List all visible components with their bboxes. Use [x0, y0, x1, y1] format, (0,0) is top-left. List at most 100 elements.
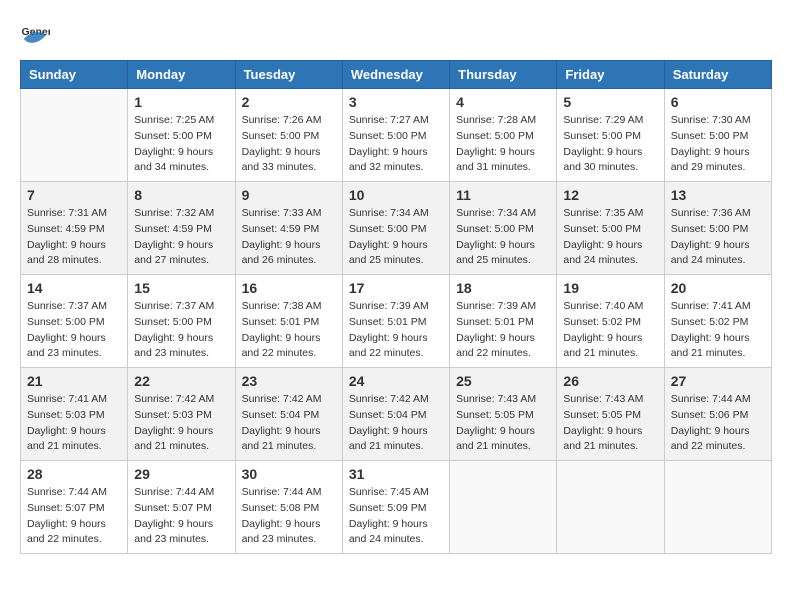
day-number: 29 — [134, 466, 228, 482]
day-number: 30 — [242, 466, 336, 482]
week-row-2: 7 Sunrise: 7:31 AM Sunset: 4:59 PM Daylig… — [21, 182, 772, 275]
day-number: 15 — [134, 280, 228, 296]
day-info: Sunrise: 7:43 AM Sunset: 5:05 PM Dayligh… — [563, 392, 657, 455]
day-info: Sunrise: 7:44 AM Sunset: 5:07 PM Dayligh… — [27, 485, 121, 548]
week-row-4: 21 Sunrise: 7:41 AM Sunset: 5:03 PM Dayli… — [21, 368, 772, 461]
weekday-header-sunday: Sunday — [21, 61, 128, 89]
calendar-cell: 19 Sunrise: 7:40 AM Sunset: 5:02 PM Dayli… — [557, 275, 664, 368]
calendar-cell: 26 Sunrise: 7:43 AM Sunset: 5:05 PM Dayli… — [557, 368, 664, 461]
day-number: 14 — [27, 280, 121, 296]
day-number: 8 — [134, 187, 228, 203]
day-number: 19 — [563, 280, 657, 296]
day-number: 6 — [671, 94, 765, 110]
weekday-header-wednesday: Wednesday — [342, 61, 449, 89]
day-info: Sunrise: 7:44 AM Sunset: 5:06 PM Dayligh… — [671, 392, 765, 455]
day-info: Sunrise: 7:34 AM Sunset: 5:00 PM Dayligh… — [456, 206, 550, 269]
calendar-cell: 14 Sunrise: 7:37 AM Sunset: 5:00 PM Dayli… — [21, 275, 128, 368]
day-info: Sunrise: 7:41 AM Sunset: 5:03 PM Dayligh… — [27, 392, 121, 455]
day-number: 12 — [563, 187, 657, 203]
week-row-5: 28 Sunrise: 7:44 AM Sunset: 5:07 PM Dayli… — [21, 461, 772, 554]
calendar-cell: 2 Sunrise: 7:26 AM Sunset: 5:00 PM Daylig… — [235, 89, 342, 182]
weekday-header-thursday: Thursday — [450, 61, 557, 89]
day-info: Sunrise: 7:45 AM Sunset: 5:09 PM Dayligh… — [349, 485, 443, 548]
day-info: Sunrise: 7:37 AM Sunset: 5:00 PM Dayligh… — [27, 299, 121, 362]
day-info: Sunrise: 7:42 AM Sunset: 5:04 PM Dayligh… — [242, 392, 336, 455]
calendar-cell: 15Sunrise: 7:37 AM Sunset: 5:00 PM Dayli… — [128, 275, 235, 368]
calendar-cell: 3 Sunrise: 7:27 AM Sunset: 5:00 PM Daylig… — [342, 89, 449, 182]
day-number: 25 — [456, 373, 550, 389]
day-info: Sunrise: 7:28 AM Sunset: 5:00 PM Dayligh… — [456, 113, 550, 176]
day-info: Sunrise: 7:38 AM Sunset: 5:01 PM Dayligh… — [242, 299, 336, 362]
day-info: Sunrise: 7:42 AM Sunset: 5:04 PM Dayligh… — [349, 392, 443, 455]
weekday-header-tuesday: Tuesday — [235, 61, 342, 89]
calendar-cell: 8 Sunrise: 7:32 AM Sunset: 4:59 PM Daylig… — [128, 182, 235, 275]
day-number: 5 — [563, 94, 657, 110]
day-number: 9 — [242, 187, 336, 203]
day-info: Sunrise: 7:39 AM Sunset: 5:01 PM Dayligh… — [456, 299, 550, 362]
day-info: Sunrise: 7:40 AM Sunset: 5:02 PM Dayligh… — [563, 299, 657, 362]
calendar-cell: 16 Sunrise: 7:38 AM Sunset: 5:01 PM Dayli… — [235, 275, 342, 368]
day-info: Sunrise: 7:31 AM Sunset: 4:59 PM Dayligh… — [27, 206, 121, 269]
calendar-table: SundayMondayTuesdayWednesdayThursdayFrid… — [20, 60, 772, 554]
day-number: 16 — [242, 280, 336, 296]
day-number: 2 — [242, 94, 336, 110]
calendar-cell: 23 Sunrise: 7:42 AM Sunset: 5:04 PM Dayli… — [235, 368, 342, 461]
day-info: Sunrise: 7:42 AM Sunset: 5:03 PM Dayligh… — [134, 392, 228, 455]
day-info: Sunrise: 7:34 AM Sunset: 5:00 PM Dayligh… — [349, 206, 443, 269]
calendar-cell — [557, 461, 664, 554]
day-info: Sunrise: 7:43 AM Sunset: 5:05 PM Dayligh… — [456, 392, 550, 455]
calendar-cell: 22 Sunrise: 7:42 AM Sunset: 5:03 PM Dayli… — [128, 368, 235, 461]
page-header: General — [20, 20, 772, 50]
day-number: 26 — [563, 373, 657, 389]
weekday-header-row: SundayMondayTuesdayWednesdayThursdayFrid… — [21, 61, 772, 89]
calendar-cell: 18 Sunrise: 7:39 AM Sunset: 5:01 PM Dayli… — [450, 275, 557, 368]
day-number: 1 — [134, 94, 228, 110]
day-info: Sunrise: 7:33 AM Sunset: 4:59 PM Dayligh… — [242, 206, 336, 269]
calendar-cell: 6 Sunrise: 7:30 AM Sunset: 5:00 PM Daylig… — [664, 89, 771, 182]
week-row-3: 14 Sunrise: 7:37 AM Sunset: 5:00 PM Dayli… — [21, 275, 772, 368]
calendar-cell: 29 Sunrise: 7:44 AM Sunset: 5:07 PM Dayli… — [128, 461, 235, 554]
day-number: 11 — [456, 187, 550, 203]
day-number: 28 — [27, 466, 121, 482]
day-number: 23 — [242, 373, 336, 389]
calendar-cell: 13 Sunrise: 7:36 AM Sunset: 5:00 PM Dayli… — [664, 182, 771, 275]
day-info: Sunrise: 7:36 AM Sunset: 5:00 PM Dayligh… — [671, 206, 765, 269]
calendar-cell — [664, 461, 771, 554]
calendar-cell: 5Sunrise: 7:29 AM Sunset: 5:00 PM Daylig… — [557, 89, 664, 182]
calendar-cell: 11 Sunrise: 7:34 AM Sunset: 5:00 PM Dayli… — [450, 182, 557, 275]
day-number: 22 — [134, 373, 228, 389]
day-number: 24 — [349, 373, 443, 389]
day-number: 13 — [671, 187, 765, 203]
day-info: Sunrise: 7:35 AM Sunset: 5:00 PM Dayligh… — [563, 206, 657, 269]
calendar-cell: 17 Sunrise: 7:39 AM Sunset: 5:01 PM Dayli… — [342, 275, 449, 368]
calendar-cell: 10Sunrise: 7:34 AM Sunset: 5:00 PM Dayli… — [342, 182, 449, 275]
day-info: Sunrise: 7:44 AM Sunset: 5:08 PM Dayligh… — [242, 485, 336, 548]
day-number: 3 — [349, 94, 443, 110]
calendar-cell: 9 Sunrise: 7:33 AM Sunset: 4:59 PM Daylig… — [235, 182, 342, 275]
day-info: Sunrise: 7:26 AM Sunset: 5:00 PM Dayligh… — [242, 113, 336, 176]
day-info: Sunrise: 7:41 AM Sunset: 5:02 PM Dayligh… — [671, 299, 765, 362]
calendar-cell: 24 Sunrise: 7:42 AM Sunset: 5:04 PM Dayli… — [342, 368, 449, 461]
calendar-cell: 12 Sunrise: 7:35 AM Sunset: 5:00 PM Dayli… — [557, 182, 664, 275]
day-number: 21 — [27, 373, 121, 389]
day-info: Sunrise: 7:30 AM Sunset: 5:00 PM Dayligh… — [671, 113, 765, 176]
weekday-header-saturday: Saturday — [664, 61, 771, 89]
day-number: 20 — [671, 280, 765, 296]
calendar-cell: 31Sunrise: 7:45 AM Sunset: 5:09 PM Dayli… — [342, 461, 449, 554]
calendar-cell: 4Sunrise: 7:28 AM Sunset: 5:00 PM Daylig… — [450, 89, 557, 182]
day-number: 17 — [349, 280, 443, 296]
day-info: Sunrise: 7:39 AM Sunset: 5:01 PM Dayligh… — [349, 299, 443, 362]
weekday-header-friday: Friday — [557, 61, 664, 89]
calendar-cell — [450, 461, 557, 554]
day-info: Sunrise: 7:27 AM Sunset: 5:00 PM Dayligh… — [349, 113, 443, 176]
day-number: 18 — [456, 280, 550, 296]
logo: General — [20, 20, 52, 50]
calendar-cell: 30 Sunrise: 7:44 AM Sunset: 5:08 PM Dayli… — [235, 461, 342, 554]
calendar-cell: 25 Sunrise: 7:43 AM Sunset: 5:05 PM Dayli… — [450, 368, 557, 461]
day-info: Sunrise: 7:32 AM Sunset: 4:59 PM Dayligh… — [134, 206, 228, 269]
calendar-cell: 27Sunrise: 7:44 AM Sunset: 5:06 PM Dayli… — [664, 368, 771, 461]
day-number: 7 — [27, 187, 121, 203]
day-info: Sunrise: 7:44 AM Sunset: 5:07 PM Dayligh… — [134, 485, 228, 548]
calendar-cell: 28 Sunrise: 7:44 AM Sunset: 5:07 PM Dayli… — [21, 461, 128, 554]
calendar-cell: 21 Sunrise: 7:41 AM Sunset: 5:03 PM Dayli… — [21, 368, 128, 461]
